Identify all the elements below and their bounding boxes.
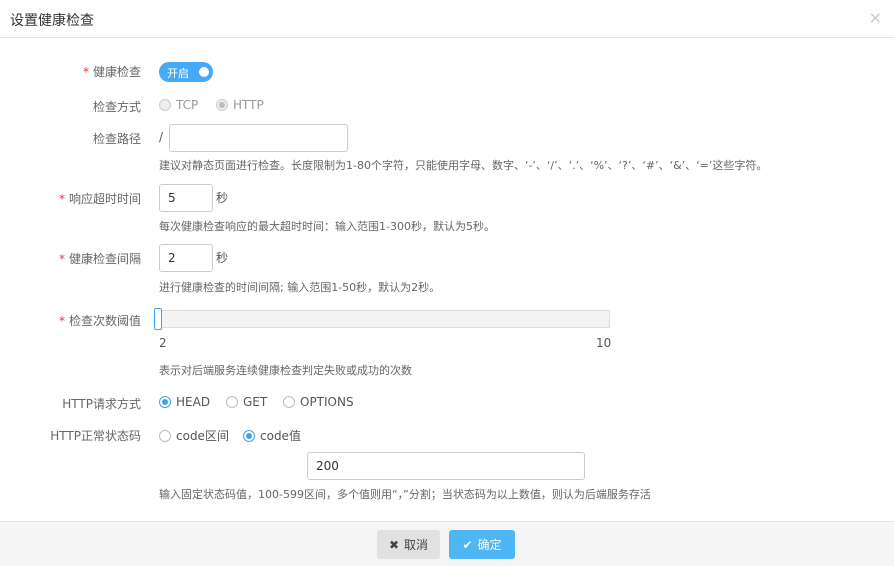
check-path-hint: 建议对静态页面进行检查。长度限制为1-80个字符，只能使用字母、数字、‘-’、‘… [159, 159, 768, 172]
radio-circle [159, 99, 171, 111]
radio-circle [243, 429, 255, 442]
threshold-slider-track[interactable] [159, 310, 610, 328]
check-method-label: 检查方式 [92, 100, 141, 114]
radio-circle [159, 396, 171, 408]
interval-unit: 秒 [216, 251, 229, 265]
radio-code-value[interactable]: code值 [243, 427, 301, 444]
check-path-label: 检查路径 [92, 132, 141, 146]
radio-circle [159, 429, 171, 442]
radio-get[interactable]: GET [226, 395, 267, 409]
http-method-label: HTTP请求方式 [62, 397, 141, 411]
radio-tcp[interactable]: TCP [159, 98, 198, 112]
dialog-footer: ✖ 取消 ✔ 确定 [0, 521, 894, 566]
check-path-input[interactable] [169, 124, 348, 152]
slider-max-label: 10 [596, 336, 612, 350]
path-prefix: / [159, 130, 164, 144]
radio-http[interactable]: HTTP [216, 98, 264, 112]
radio-head[interactable]: HEAD [159, 395, 210, 409]
cancel-button-label: 取消 [404, 538, 429, 552]
health-check-label: * 健康检查 [82, 65, 141, 79]
toggle-label: 开启 [167, 67, 189, 80]
health-check-dialog: 设置健康检查 × * 健康检查 开启 检查方式 TCP HTTP 检查路径 / 建… [0, 0, 894, 566]
check-interval-input[interactable] [159, 244, 213, 272]
dialog-title: 设置健康检查 [10, 13, 94, 29]
response-timeout-label: * 响应超时时间 [58, 192, 141, 206]
check-interval-label: * 健康检查间隔 [58, 252, 141, 266]
response-timeout-input[interactable] [159, 184, 213, 212]
confirm-button-label: 确定 [477, 538, 502, 552]
radio-code-range[interactable]: code区间 [159, 427, 229, 444]
http-status-label: HTTP正常状态码 [50, 429, 141, 443]
response-timeout-hint: 每次健康检查响应的最大超时时间：输入范围1-300秒，默认为5秒。 [159, 220, 495, 233]
radio-circle [283, 396, 295, 408]
close-icon[interactable]: × [869, 8, 882, 27]
radio-circle [226, 396, 238, 408]
check-threshold-hint: 表示对后端服务连续健康检查判定失败或成功的次数 [159, 364, 412, 377]
http-status-hint: 输入固定状态码值，100-599区间，多个值则用“，”分割；当状态码为以上数值，… [159, 488, 651, 501]
dialog-header: 设置健康检查 × [0, 0, 894, 38]
timeout-unit: 秒 [216, 191, 229, 205]
check-icon: ✔ [462, 537, 473, 552]
confirm-button[interactable]: ✔ 确定 [449, 530, 515, 559]
radio-circle [216, 99, 228, 111]
radio-options[interactable]: OPTIONS [283, 395, 354, 409]
check-threshold-label: * 检查次数阈值 [58, 314, 141, 328]
health-check-toggle[interactable]: 开启 [159, 62, 213, 82]
cancel-button[interactable]: ✖ 取消 [377, 530, 440, 559]
check-interval-hint: 进行健康检查的时间间隔; 输入范围1-50秒，默认为2秒。 [159, 281, 441, 294]
status-code-input[interactable] [307, 452, 585, 480]
toggle-knob [199, 67, 209, 77]
slider-min-label: 2 [159, 336, 167, 350]
threshold-slider-handle[interactable] [154, 308, 162, 330]
close-icon: ✖ [388, 537, 400, 552]
